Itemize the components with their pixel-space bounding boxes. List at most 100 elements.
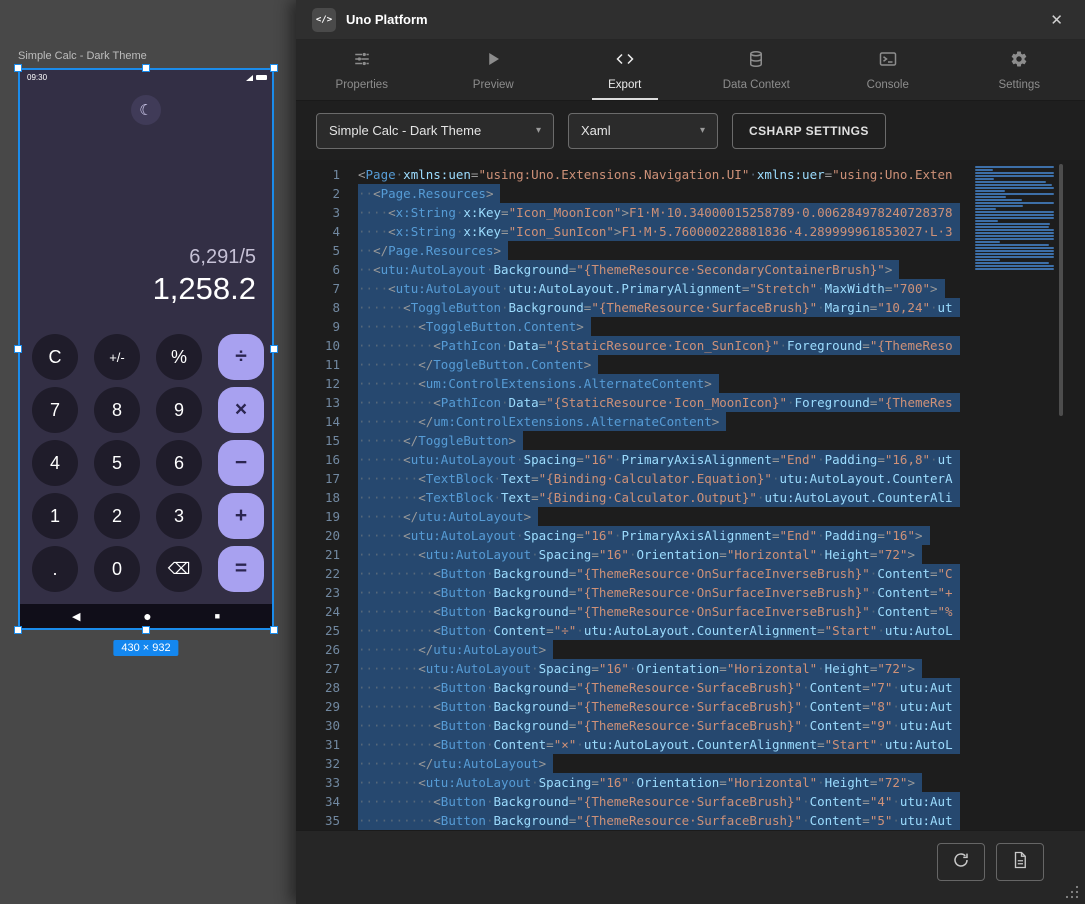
recents-icon[interactable]: ■	[215, 611, 220, 621]
calc-key-3[interactable]: 3	[156, 493, 202, 539]
selection-handle[interactable]	[270, 64, 278, 72]
back-icon[interactable]: ◀	[72, 610, 80, 623]
calc-key-+/-[interactable]: +/-	[94, 334, 140, 380]
code-line[interactable]: ··········<Button·Background="{ThemeReso…	[358, 697, 960, 716]
code-line[interactable]: ··</Page.Resources>	[358, 241, 960, 260]
calc-key-−[interactable]: −	[218, 440, 264, 486]
code-line[interactable]: ··········<Button·Background="{ThemeReso…	[358, 583, 960, 602]
xaml-code-editor[interactable]: 1234567891011121314151617181920212223242…	[296, 160, 1085, 830]
calc-key-.[interactable]: .	[32, 546, 78, 592]
code-line[interactable]: ··········<Button·Background="{ThemeReso…	[358, 811, 960, 830]
line-number: 26	[296, 640, 340, 659]
code-lines[interactable]: <Page·xmlns:uen="using:Uno.Extensions.Na…	[358, 165, 960, 830]
calc-key-7[interactable]: 7	[32, 387, 78, 433]
tab-preview[interactable]: Preview	[428, 40, 560, 100]
code-line[interactable]: ········<utu:AutoLayout·Spacing="16"·Ori…	[358, 659, 960, 678]
code-line[interactable]: ··<Page.Resources>	[358, 184, 960, 203]
code-line[interactable]: ········</um:ControlExtensions.Alternate…	[358, 412, 960, 431]
minimap-line	[975, 175, 1054, 177]
calc-key-1[interactable]: 1	[32, 493, 78, 539]
tab-settings[interactable]: Settings	[954, 40, 1085, 100]
calc-key-=[interactable]: =	[218, 546, 264, 592]
code-line[interactable]: <Page·xmlns:uen="using:Uno.Extensions.Na…	[358, 165, 960, 184]
selection-handle[interactable]	[270, 626, 278, 634]
code-line[interactable]: ········</utu:AutoLayout>	[358, 754, 960, 773]
close-icon[interactable]: ✕	[1044, 9, 1069, 31]
vertical-scrollbar[interactable]	[1059, 164, 1063, 416]
calc-key-5[interactable]: 5	[94, 440, 140, 486]
tab-export[interactable]: Export	[559, 40, 691, 100]
export-file-button[interactable]	[996, 843, 1044, 881]
tab-data-context[interactable]: Data Context	[691, 40, 823, 100]
code-line[interactable]: ··········<PathIcon·Data="{StaticResourc…	[358, 336, 960, 355]
csharp-settings-button[interactable]: CSHARP SETTINGS	[732, 113, 886, 149]
code-line[interactable]: ········<utu:AutoLayout·Spacing="16"·Ori…	[358, 545, 960, 564]
calc-key-÷[interactable]: ÷	[218, 334, 264, 380]
calc-key-4[interactable]: 4	[32, 440, 78, 486]
minimap-line	[975, 235, 1054, 237]
calc-key-×[interactable]: ×	[218, 387, 264, 433]
android-nav-bar: ◀ ● ■	[20, 604, 272, 628]
code-line[interactable]: ····<x:String·x:Key="Icon_SunIcon">F1·M·…	[358, 222, 960, 241]
code-line[interactable]: ····<utu:AutoLayout·utu:AutoLayout.Prima…	[358, 279, 960, 298]
selection-handle[interactable]	[270, 345, 278, 353]
code-line[interactable]: ··········<Button·Content="×"·utu:AutoLa…	[358, 735, 960, 754]
home-icon[interactable]: ●	[143, 608, 151, 624]
code-line[interactable]: ······</ToggleButton>	[358, 431, 960, 450]
code-line[interactable]: ········</ToggleButton.Content>	[358, 355, 960, 374]
calc-key-2[interactable]: 2	[94, 493, 140, 539]
code-line[interactable]: ········<ToggleButton.Content>	[358, 317, 960, 336]
gear-icon	[1010, 50, 1028, 73]
selection-handle[interactable]	[142, 626, 150, 634]
code-line[interactable]: ······<utu:AutoLayout·Spacing="16"·Prima…	[358, 526, 960, 545]
selection-handle[interactable]	[142, 64, 150, 72]
artboard-label[interactable]: Simple Calc - Dark Theme	[18, 50, 147, 62]
code-line[interactable]: ········<TextBlock·Text="{Binding·Calcul…	[358, 488, 960, 507]
tab-console[interactable]: Console	[822, 40, 954, 100]
format-select[interactable]: Xaml ▾	[568, 113, 718, 149]
calc-key-%[interactable]: %	[156, 334, 202, 380]
theme-toggle-button[interactable]: ☾	[131, 95, 161, 125]
tab-properties[interactable]: Properties	[296, 40, 428, 100]
title-bar[interactable]: </> Uno Platform ✕	[296, 0, 1085, 40]
refresh-button[interactable]	[937, 843, 985, 881]
code-line[interactable]: ········<utu:AutoLayout·Spacing="16"·Ori…	[358, 773, 960, 792]
code-line[interactable]: ··········<Button·Background="{ThemeReso…	[358, 792, 960, 811]
calc-key-6[interactable]: 6	[156, 440, 202, 486]
calc-key-9[interactable]: 9	[156, 387, 202, 433]
code-line[interactable]: ··········<Button·Background="{ThemeReso…	[358, 602, 960, 621]
selection-handle[interactable]	[14, 64, 22, 72]
line-number: 5	[296, 241, 340, 260]
code-line[interactable]: ······<ToggleButton·Background="{ThemeRe…	[358, 298, 960, 317]
code-line[interactable]: ··········<Button·Content="÷"·utu:AutoLa…	[358, 621, 960, 640]
code-line[interactable]: ··········<Button·Background="{ThemeReso…	[358, 564, 960, 583]
code-line[interactable]: ········<TextBlock·Text="{Binding·Calcul…	[358, 469, 960, 488]
resize-grip[interactable]	[1064, 884, 1080, 900]
code-line[interactable]: ··<utu:AutoLayout·Background="{ThemeReso…	[358, 260, 960, 279]
code-line[interactable]: ······<utu:AutoLayout·Spacing="16"·Prima…	[358, 450, 960, 469]
minimap-line	[975, 220, 998, 222]
selection-handle[interactable]	[14, 345, 22, 353]
code-line[interactable]: ········<um:ControlExtensions.AlternateC…	[358, 374, 960, 393]
calc-key-0[interactable]: 0	[94, 546, 140, 592]
phone-preview[interactable]: 09:30 ☾ 6,291/5 1,258.2 C+/-%÷789×456−12…	[18, 68, 274, 630]
minimap[interactable]	[975, 166, 1059, 271]
code-line[interactable]: ··········<PathIcon·Data="{StaticResourc…	[358, 393, 960, 412]
code-line[interactable]: ········</utu:AutoLayout>	[358, 640, 960, 659]
selection-handle[interactable]	[14, 626, 22, 634]
code-line[interactable]: ······</utu:AutoLayout>	[358, 507, 960, 526]
code-line[interactable]: ··········<Button·Background="{ThemeReso…	[358, 678, 960, 697]
page-select[interactable]: Simple Calc - Dark Theme ▾	[316, 113, 554, 149]
code-line[interactable]: ··········<Button·Background="{ThemeReso…	[358, 716, 960, 735]
line-number: 6	[296, 260, 340, 279]
calc-key-⌫[interactable]: ⌫	[156, 546, 202, 592]
line-number: 13	[296, 393, 340, 412]
minimap-line	[975, 211, 1054, 213]
calc-key-C[interactable]: C	[32, 334, 78, 380]
tab-bar: PropertiesPreviewExportData ContextConso…	[296, 40, 1085, 100]
code-line[interactable]: ····<x:String·x:Key="Icon_MoonIcon">F1·M…	[358, 203, 960, 222]
line-number: 9	[296, 317, 340, 336]
calc-key-8[interactable]: 8	[94, 387, 140, 433]
calc-key-+[interactable]: +	[218, 493, 264, 539]
line-number: 33	[296, 773, 340, 792]
